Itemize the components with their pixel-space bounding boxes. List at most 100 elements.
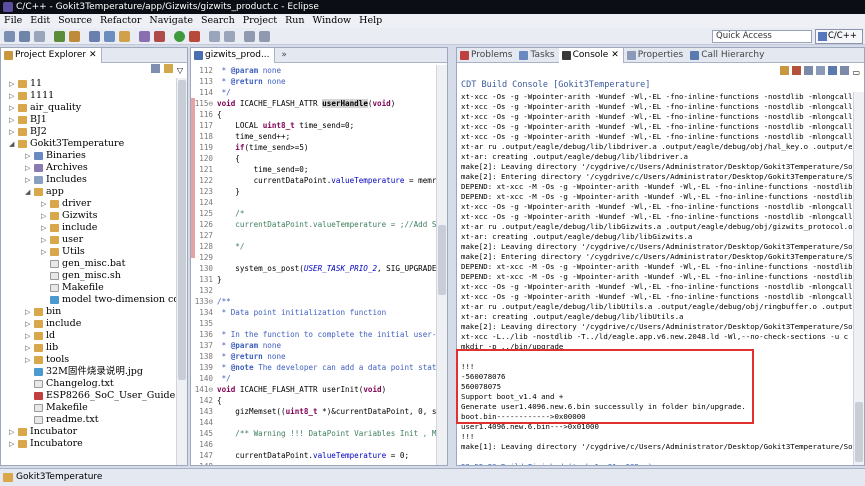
minimize-icon[interactable]: ▭ — [852, 68, 860, 77]
line-number: 148 — [191, 461, 217, 465]
editor-scroll-thumb[interactable] — [438, 225, 446, 295]
tab-project-explorer-label: Project Explorer — [15, 50, 87, 60]
expand-arrow-icon[interactable]: ▷ — [25, 306, 30, 318]
menu-window[interactable]: Window — [308, 14, 355, 28]
expand-arrow-icon[interactable]: ▷ — [25, 174, 30, 186]
line-number: 121 — [199, 165, 213, 174]
tab-console[interactable]: Console ✕ — [558, 48, 624, 63]
tab-properties[interactable]: Properties — [624, 48, 687, 63]
console-scroll-thumb[interactable] — [855, 402, 863, 462]
new-file-icon[interactable] — [104, 31, 115, 42]
expand-arrow-icon[interactable]: ▷ — [25, 150, 30, 162]
expand-arrow-icon[interactable]: ▷ — [25, 354, 30, 366]
run-icon[interactable] — [174, 31, 185, 42]
folder-icon — [50, 236, 59, 244]
code-line: 127 — [191, 230, 217, 241]
tree-item-label: Gokit3Temperature — [30, 138, 125, 149]
menu-edit[interactable]: Edit — [26, 14, 54, 28]
tree-item-label: Makefile — [62, 282, 104, 293]
close-icon[interactable]: ✕ — [608, 50, 619, 60]
console-line: make[2]: Leaving directory '/cygdrive/c/… — [461, 322, 852, 331]
display-console-icon[interactable] — [828, 66, 838, 75]
tab-gizwits-product[interactable]: gizwits_prod... — [191, 48, 275, 63]
tab-tasks[interactable]: Tasks — [516, 48, 558, 63]
code-editor[interactable]: 112 * @param none 113 * @return none 114 *… — [191, 65, 446, 465]
expand-arrow-icon[interactable]: ▷ — [41, 234, 46, 246]
previous-annotation-icon[interactable] — [209, 31, 220, 42]
cpp-perspective-icon — [818, 32, 827, 41]
explorer-scrollbar[interactable] — [176, 78, 187, 465]
collapse-all-icon[interactable] — [150, 64, 160, 73]
scroll-lock-icon[interactable] — [816, 66, 826, 75]
quick-access-field[interactable]: Quick Access — [712, 30, 812, 43]
pin-console-icon[interactable] — [780, 66, 790, 75]
external-tools-icon[interactable] — [189, 31, 200, 42]
line-number: 131 — [199, 275, 213, 284]
project-icon — [18, 428, 27, 436]
build-icon[interactable] — [54, 31, 65, 42]
expand-arrow-icon[interactable]: ▷ — [41, 222, 46, 234]
menu-project[interactable]: Project — [239, 14, 281, 28]
search-icon[interactable] — [139, 31, 150, 42]
expand-arrow-icon[interactable]: ▷ — [25, 342, 30, 354]
expand-arrow-icon[interactable]: ▷ — [41, 198, 46, 210]
next-annotation-icon[interactable] — [224, 31, 235, 42]
open-console-icon[interactable] — [840, 66, 850, 75]
tree-item-label: model two-dimension code — [62, 294, 188, 305]
expand-arrow-icon[interactable]: ▷ — [9, 78, 14, 90]
folder-icon — [50, 224, 59, 232]
expand-arrow-icon[interactable]: ▷ — [25, 318, 30, 330]
code-line: 139 * @note The developer can add a data… — [191, 362, 441, 373]
menu-refactor[interactable]: Refactor — [96, 14, 145, 28]
new-icon[interactable] — [4, 31, 15, 42]
expand-arrow-icon[interactable]: ▷ — [9, 426, 14, 438]
expand-arrow-icon[interactable]: ▷ — [9, 126, 14, 138]
expand-arrow-icon[interactable]: ▷ — [25, 162, 30, 174]
tree-item-label: air_quality — [30, 102, 82, 113]
line-number: 140 — [199, 374, 213, 383]
explorer-scroll-thumb[interactable] — [178, 80, 186, 380]
terminate-icon[interactable] — [792, 66, 802, 75]
menu-help[interactable]: Help — [355, 14, 386, 28]
expand-arrow-icon[interactable]: ◢ — [25, 186, 30, 198]
save-icon[interactable] — [19, 31, 30, 42]
tab-gizwits-product-label: gizwits_prod... — [205, 50, 270, 60]
save-all-icon[interactable] — [34, 31, 45, 42]
close-icon[interactable]: ✕ — [89, 50, 97, 60]
expand-arrow-icon[interactable]: ▷ — [9, 114, 14, 126]
menu-navigate[interactable]: Navigate — [145, 14, 197, 28]
expand-arrow-icon[interactable]: ▷ — [25, 330, 30, 342]
view-menu-icon[interactable]: ▽ — [177, 66, 183, 75]
code-line: 136 * In the function to complete the in… — [191, 329, 445, 340]
expand-arrow-icon[interactable]: ▷ — [9, 438, 14, 450]
new-project-icon[interactable] — [89, 31, 100, 42]
tab-project-explorer[interactable]: Project Explorer ✕ — [1, 48, 102, 63]
code-line: 135 — [191, 318, 217, 329]
code-line: 128 */ — [191, 241, 244, 252]
menu-search[interactable]: Search — [197, 14, 239, 28]
expand-arrow-icon[interactable]: ▷ — [9, 102, 14, 114]
tab-problems[interactable]: Problems — [457, 48, 516, 63]
forward-icon[interactable] — [259, 31, 270, 42]
code-line: 125 /* — [191, 208, 244, 219]
back-icon[interactable] — [244, 31, 255, 42]
menu-run[interactable]: Run — [281, 14, 308, 28]
tree-item-label: app — [46, 186, 64, 197]
code-line: 134 * Data point initialization function — [191, 307, 386, 318]
tab-call-hierarchy[interactable]: Call Hierarchy — [687, 48, 768, 63]
link-editor-icon[interactable] — [163, 64, 173, 73]
expand-arrow-icon[interactable]: ▷ — [41, 210, 46, 222]
menu-source[interactable]: Source — [54, 14, 96, 28]
perspective-switcher[interactable]: C/C++ — [815, 29, 863, 44]
expand-arrow-icon[interactable]: ◢ — [9, 138, 14, 150]
editor-scrollbar[interactable] — [436, 65, 447, 465]
new-folder-icon[interactable] — [119, 31, 130, 42]
debug-icon[interactable] — [154, 31, 165, 42]
more-tabs-button[interactable]: » — [277, 48, 291, 63]
build-config-icon[interactable] — [69, 31, 80, 42]
console-scrollbar[interactable] — [853, 92, 864, 465]
expand-arrow-icon[interactable]: ▷ — [41, 246, 46, 258]
clear-console-icon[interactable] — [804, 66, 814, 75]
menu-file[interactable]: File — [0, 14, 26, 28]
expand-arrow-icon[interactable]: ▷ — [9, 90, 14, 102]
